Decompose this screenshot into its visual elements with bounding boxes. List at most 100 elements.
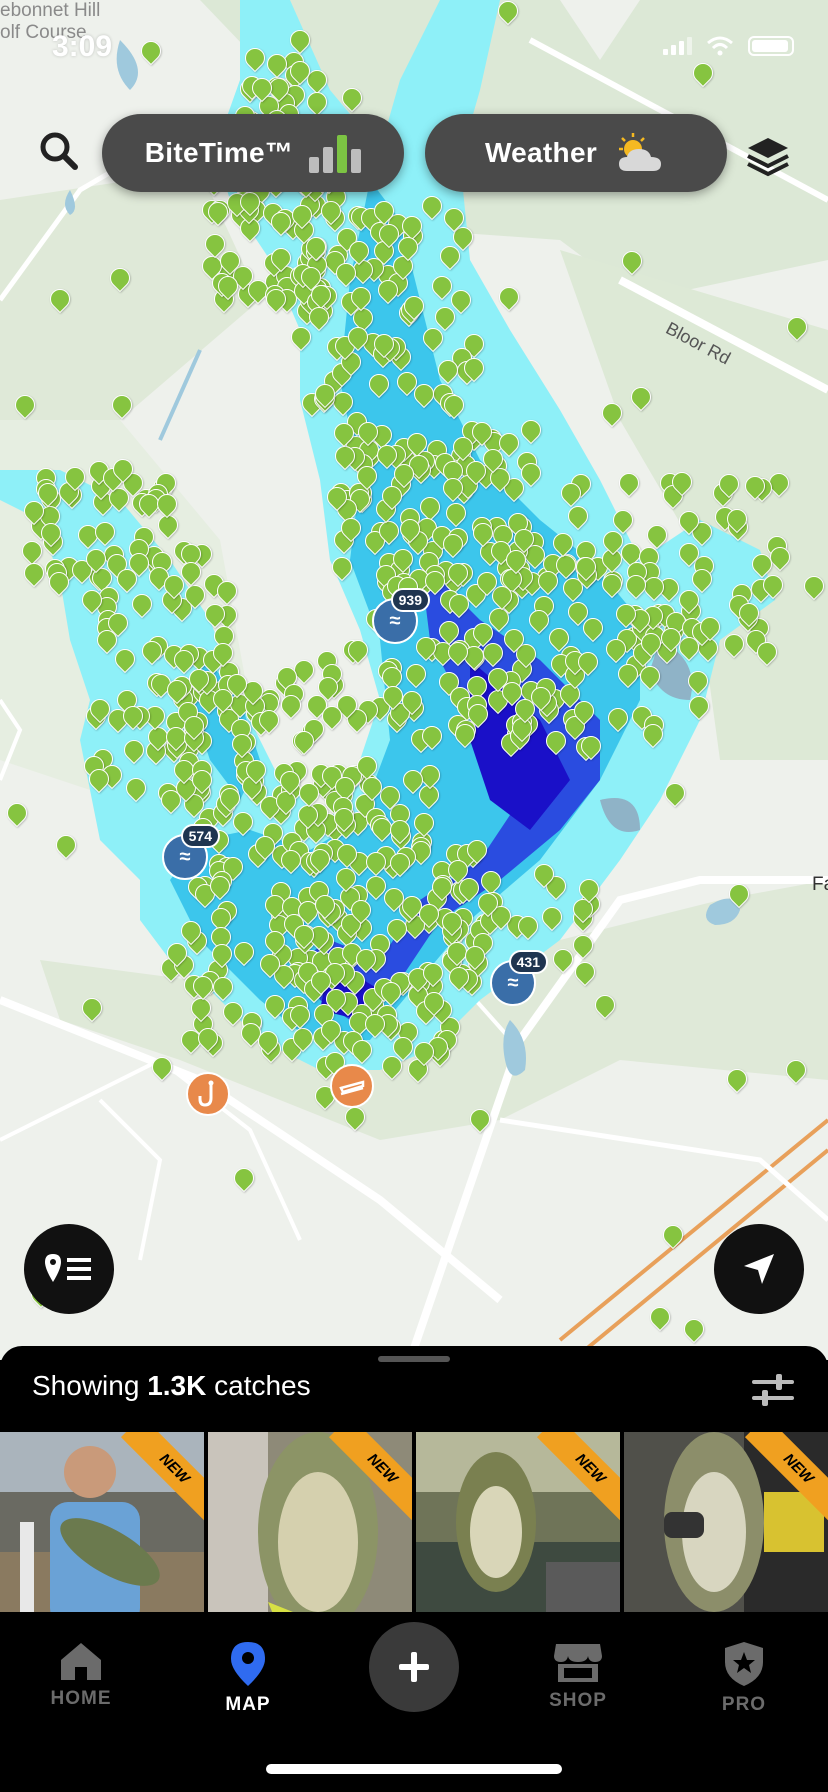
- catch-pin[interactable]: [258, 710, 278, 734]
- catch-pin[interactable]: [413, 384, 433, 408]
- catch-pin[interactable]: [64, 467, 84, 491]
- catch-pin[interactable]: [437, 360, 457, 384]
- catch-pin[interactable]: [123, 740, 143, 764]
- catch-pin[interactable]: [446, 942, 466, 966]
- catch-pin[interactable]: [726, 1069, 746, 1093]
- catch-pin[interactable]: [81, 998, 101, 1022]
- catch-pin[interactable]: [357, 422, 377, 446]
- catch-pin[interactable]: [326, 487, 346, 511]
- catch-pin[interactable]: [191, 770, 211, 794]
- search-button[interactable]: [36, 128, 82, 174]
- catch-pin[interactable]: [335, 868, 355, 892]
- add-catch-button[interactable]: [369, 1622, 459, 1712]
- catch-pin[interactable]: [160, 790, 180, 814]
- tab-pro[interactable]: PRO: [684, 1640, 804, 1716]
- catch-pin[interactable]: [317, 677, 337, 701]
- catch-pin[interactable]: [380, 982, 400, 1006]
- catch-pin[interactable]: [445, 503, 465, 527]
- catch-pin[interactable]: [336, 844, 356, 868]
- catch-pin[interactable]: [678, 590, 698, 614]
- catch-pin[interactable]: [49, 289, 69, 313]
- map-view[interactable]: ebonnet Hill olf Course Bloor Rd Fa ≈ 93…: [0, 0, 828, 1360]
- catch-pin[interactable]: [190, 998, 210, 1022]
- catch-pin[interactable]: [81, 590, 101, 614]
- catch-pin[interactable]: [575, 557, 595, 581]
- catch-pin[interactable]: [621, 251, 641, 275]
- catch-pin[interactable]: [293, 925, 313, 949]
- catch-pin[interactable]: [231, 734, 251, 758]
- catch-pin[interactable]: [594, 995, 614, 1019]
- catch-pin[interactable]: [386, 919, 406, 943]
- catch-pin[interactable]: [406, 433, 426, 457]
- catch-pin[interactable]: [443, 208, 463, 232]
- catch-pin[interactable]: [355, 949, 375, 973]
- catch-pin[interactable]: [377, 280, 397, 304]
- catch-pin[interactable]: [270, 212, 290, 236]
- catch-pin[interactable]: [573, 701, 593, 725]
- catch-pin[interactable]: [21, 541, 41, 565]
- catch-pin[interactable]: [520, 463, 540, 487]
- catch-pin[interactable]: [40, 523, 60, 547]
- catch-pin[interactable]: [314, 384, 334, 408]
- catch-pin[interactable]: [541, 907, 561, 931]
- cluster-marker[interactable]: ≈ 431: [490, 950, 548, 1006]
- catch-pin[interactable]: [744, 476, 764, 500]
- catch-pin[interactable]: [649, 1307, 669, 1331]
- catch-pin[interactable]: [14, 395, 34, 419]
- catch-pin[interactable]: [245, 760, 265, 784]
- catch-pin[interactable]: [212, 643, 232, 667]
- catch-pin[interactable]: [116, 569, 136, 593]
- catch-pin[interactable]: [683, 1319, 703, 1343]
- catch-pin[interactable]: [207, 202, 227, 226]
- catch-thumbnail[interactable]: NEW: [0, 1432, 204, 1626]
- catch-pin[interactable]: [259, 954, 279, 978]
- catch-pin[interactable]: [96, 630, 116, 654]
- catch-pin[interactable]: [389, 853, 409, 877]
- catch-pin[interactable]: [450, 290, 470, 314]
- catch-pin[interactable]: [751, 554, 771, 578]
- catch-pin[interactable]: [219, 788, 239, 812]
- catch-pin[interactable]: [423, 992, 443, 1016]
- catch-pin[interactable]: [239, 192, 259, 216]
- catch-pin[interactable]: [662, 1225, 682, 1249]
- catch-pin[interactable]: [463, 358, 483, 382]
- map-legend-button[interactable]: [24, 1224, 114, 1314]
- catch-pin[interactable]: [232, 812, 252, 836]
- catch-pin[interactable]: [601, 574, 621, 598]
- catch-pin[interactable]: [688, 696, 708, 720]
- catch-pin[interactable]: [728, 884, 748, 908]
- catch-pin[interactable]: [498, 287, 518, 311]
- catch-pin[interactable]: [141, 641, 161, 665]
- catch-pin[interactable]: [605, 639, 625, 663]
- catch-pin[interactable]: [125, 778, 145, 802]
- catch-pin[interactable]: [639, 666, 659, 690]
- catch-pin[interactable]: [217, 276, 237, 300]
- catch-pin[interactable]: [514, 699, 534, 723]
- catch-pin[interactable]: [578, 879, 598, 903]
- catch-pin[interactable]: [233, 942, 253, 966]
- catch-pin[interactable]: [472, 523, 492, 547]
- catch-pin[interactable]: [219, 251, 239, 275]
- catch-pin[interactable]: [447, 642, 467, 666]
- catch-pin[interactable]: [308, 307, 328, 331]
- catch-pin[interactable]: [280, 695, 300, 719]
- catch-pin[interactable]: [738, 603, 758, 627]
- catch-pin[interactable]: [204, 604, 224, 628]
- catch-pin[interactable]: [383, 888, 403, 912]
- catch-pin[interactable]: [545, 731, 565, 755]
- catch-pin[interactable]: [85, 549, 105, 573]
- catch-pin[interactable]: [211, 944, 231, 968]
- catch-pin[interactable]: [401, 691, 421, 715]
- catch-pin[interactable]: [552, 949, 572, 973]
- catch-pin[interactable]: [88, 769, 108, 793]
- catch-pin[interactable]: [298, 783, 318, 807]
- catch-pin[interactable]: [418, 904, 438, 928]
- catch-pin[interactable]: [257, 1031, 277, 1055]
- catch-pin[interactable]: [333, 808, 353, 832]
- catch-pin[interactable]: [617, 664, 637, 688]
- catch-pin[interactable]: [458, 878, 478, 902]
- catch-pin[interactable]: [350, 287, 370, 311]
- catch-pin[interactable]: [365, 852, 385, 876]
- catch-pin[interactable]: [351, 1040, 371, 1064]
- cluster-marker[interactable]: ≈ 939: [372, 588, 430, 644]
